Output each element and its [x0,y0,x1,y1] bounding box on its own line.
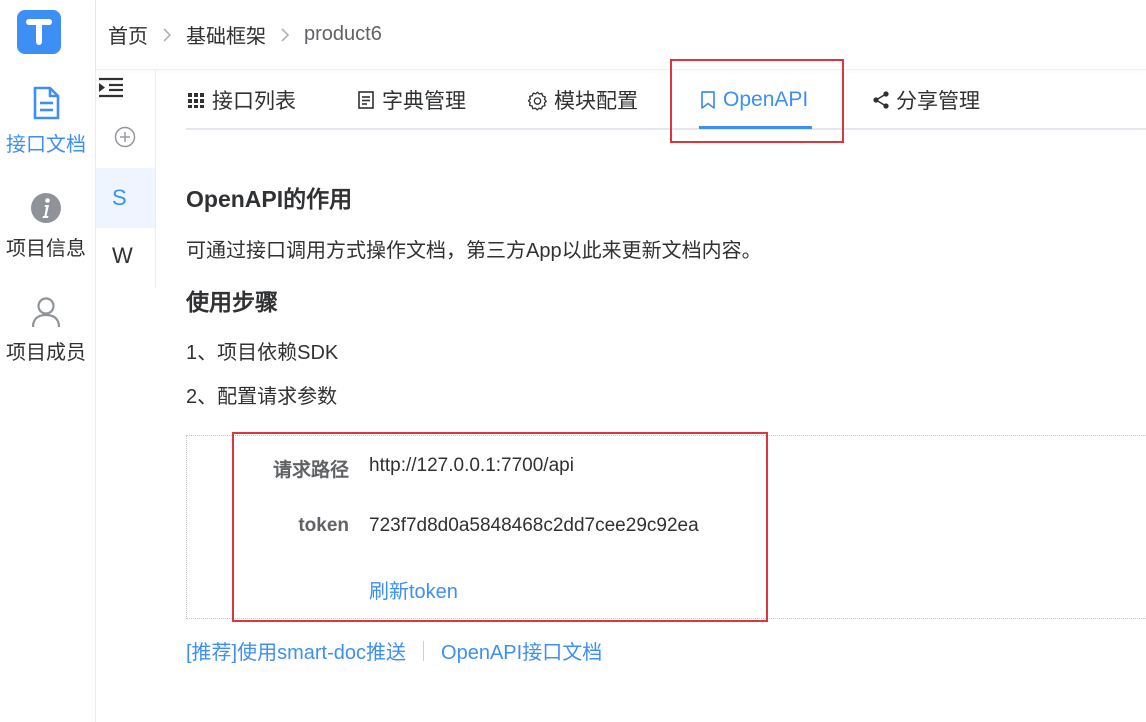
grid-icon [186,90,206,110]
refresh-token-link[interactable]: 刷新token [369,575,458,604]
tab-label: OpenAPI [723,88,809,111]
smart-doc-push-link[interactable]: [推荐]使用smart-doc推送 [186,636,406,665]
section-title-purpose: OpenAPI的作用 [186,186,353,212]
step-item-1: 1、项目依赖SDK [186,342,339,364]
gear-icon [527,90,548,111]
nav-label: 项目信息 [6,238,86,260]
left-nav: 接口文档 项目信息 项目成员 [0,0,96,722]
request-url-value: http://127.0.0.1:7700/api [369,455,574,476]
breadcrumb-group[interactable]: 基础框架 [186,20,266,49]
tab-dictionary[interactable]: 字典管理 [356,70,466,130]
tab-share-manage[interactable]: 分享管理 [872,70,980,130]
footer-links: [推荐]使用smart-doc推送 OpenAPI接口文档 [186,636,602,665]
tab-label: 模块配置 [554,90,638,113]
add-circle-icon[interactable] [114,126,136,148]
token-label: token [298,515,349,536]
tab-label: 字典管理 [382,90,466,113]
chevron-right-icon [280,27,290,43]
collapse-menu-icon[interactable] [98,76,124,98]
nav-label: 接口文档 [6,134,86,156]
section-title-steps: 使用步骤 [186,289,278,315]
breadcrumb-home[interactable]: 首页 [108,20,148,49]
request-params-panel: 请求路径 http://127.0.0.1:7700/api token 723… [186,435,1146,619]
project-item-w[interactable]: W [96,226,155,286]
breadcrumb-current: product6 [304,23,382,45]
tab-label: 分享管理 [896,90,980,113]
document-icon [33,86,60,120]
letter-t-logo[interactable] [17,10,61,54]
tab-openapi[interactable]: OpenAPI [699,70,808,130]
nav-item-project-info[interactable]: 项目信息 [0,192,92,261]
project-item-s[interactable]: S [96,168,155,228]
step-item-2: 2、配置请求参数 [186,386,338,408]
breadcrumb: 首页 基础框架 product6 [108,20,382,49]
info-icon [31,193,61,223]
section-description: 可通过接口调用方式操作文档，第三方App以此来更新文档内容。 [186,240,762,262]
tab-module-config[interactable]: 模块配置 [527,70,638,130]
user-icon [31,297,61,328]
project-item-label: W [112,243,133,268]
tab-label: 接口列表 [212,90,296,113]
token-value: 723f7d8d0a5848468c2dd7cee29c92ea [369,515,699,536]
active-tab-indicator [699,126,812,129]
tab-bar: 接口列表 字典管理 模块配置 OpenAPI 分享管理 [186,70,1146,130]
nav-item-api-docs[interactable]: 接口文档 [0,86,92,157]
top-header: 首页 基础框架 product6 [96,0,1146,70]
project-switcher: S W [96,70,156,288]
tab-api-list[interactable]: 接口列表 [186,70,296,130]
openapi-docs-link[interactable]: OpenAPI接口文档 [441,636,602,665]
list-doc-icon [356,90,376,110]
chevron-right-icon [162,27,172,43]
link-divider [423,640,425,661]
request-url-label: 请求路径 [272,460,349,481]
bookmark-icon [699,90,717,110]
project-item-label: S [112,185,127,210]
share-icon [872,90,890,110]
nav-item-project-members[interactable]: 项目成员 [0,296,92,365]
nav-label: 项目成员 [6,342,86,364]
